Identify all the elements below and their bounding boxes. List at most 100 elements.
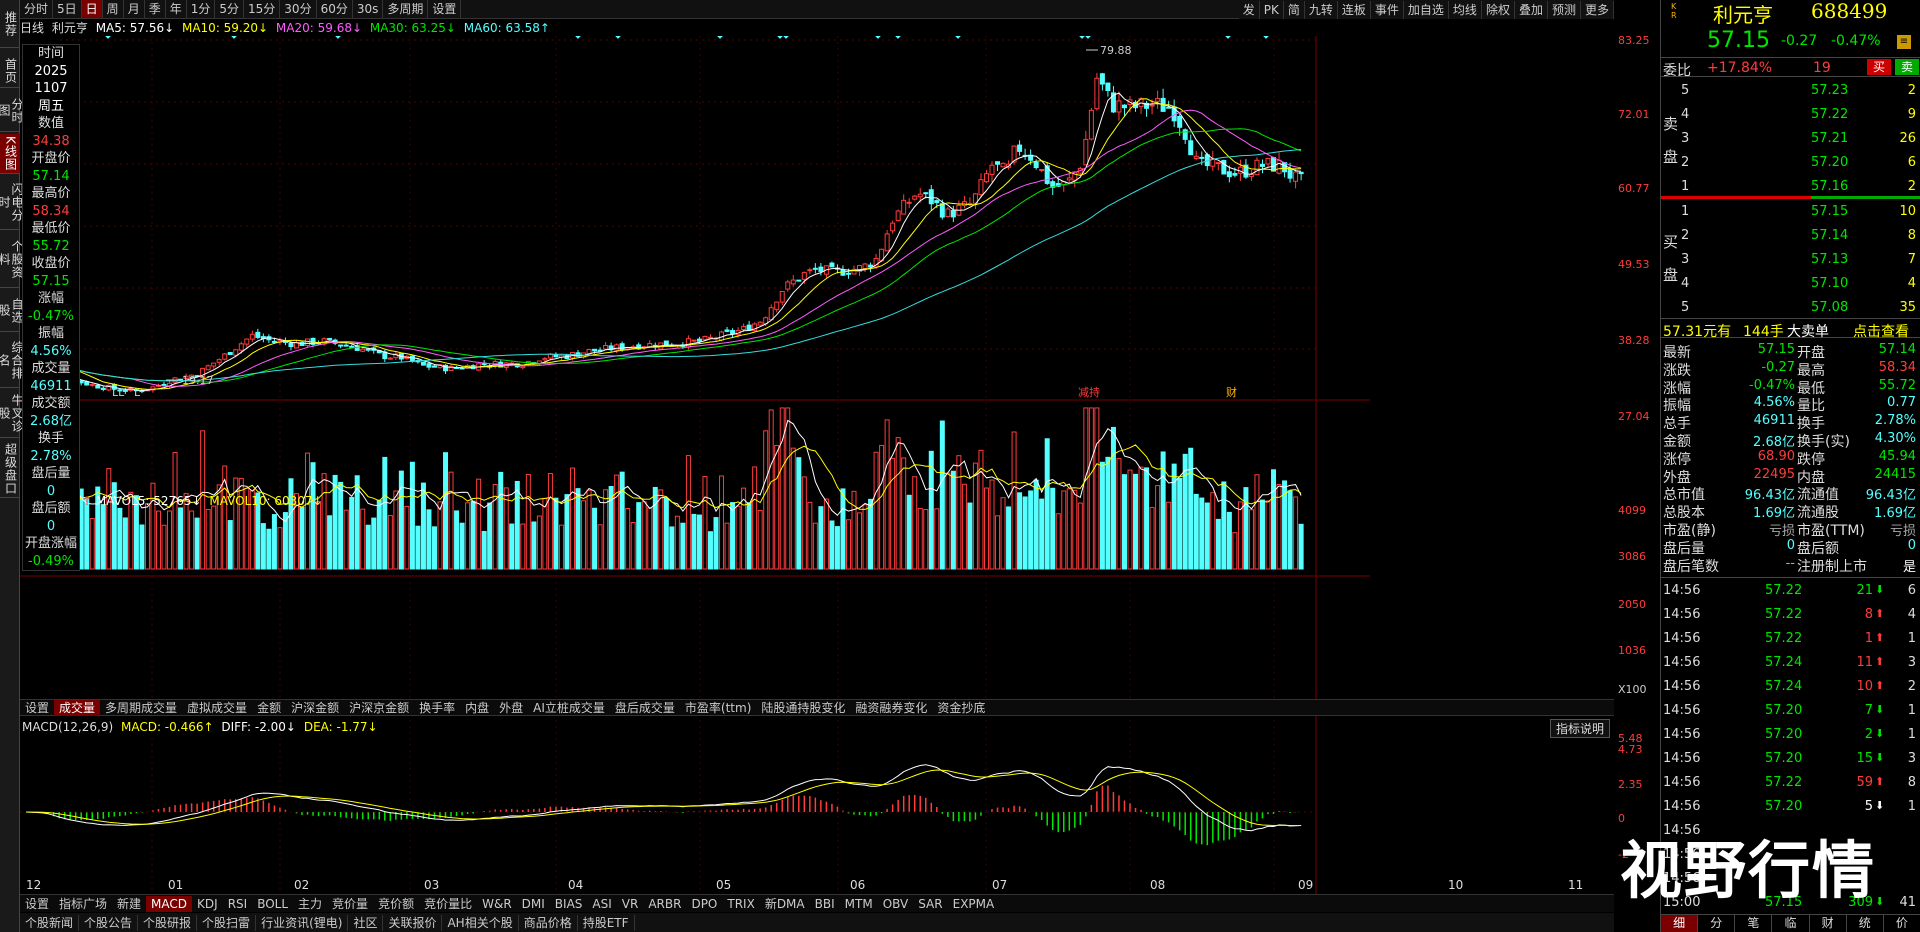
period-tab[interactable]: 年: [166, 0, 187, 18]
volume-indicator-tab[interactable]: 陆股通持股变化: [756, 700, 850, 716]
volume-indicator-tab[interactable]: 内盘: [460, 700, 494, 716]
left-nav-item[interactable]: K线图: [0, 134, 20, 174]
kline-chart[interactable]: 79.8819.17LL L 减持财: [20, 36, 1614, 894]
indicator-tab[interactable]: 主力: [293, 896, 327, 912]
panel-tab[interactable]: 笔: [1735, 915, 1773, 932]
indicator-tab[interactable]: SAR: [913, 896, 947, 912]
chart-tool-button[interactable]: PK: [1260, 0, 1284, 19]
panel-tab[interactable]: 财: [1810, 915, 1847, 932]
indicator-tab[interactable]: DMI: [517, 896, 550, 912]
volume-indicator-tab[interactable]: 多周期成交量: [100, 700, 182, 716]
indicator-tab[interactable]: 新建: [112, 896, 146, 912]
info-tab[interactable]: 个股研报: [138, 914, 198, 931]
volume-indicator-tab[interactable]: 资金抄底: [932, 700, 990, 716]
indicator-tab[interactable]: 竞价量比: [419, 896, 477, 912]
volume-indicator-tab[interactable]: 沪深京金额: [344, 700, 414, 716]
period-tab[interactable]: 60分: [317, 0, 353, 18]
period-tab[interactable]: 设置: [428, 0, 462, 18]
volume-indicator-tab[interactable]: 金额: [252, 700, 286, 716]
period-tab[interactable]: 分时: [20, 0, 54, 18]
indicator-tab[interactable]: W&R: [477, 896, 517, 912]
indicator-tab[interactable]: OBV: [878, 896, 914, 912]
indicator-tab[interactable]: KDJ: [192, 896, 223, 912]
panel-tab[interactable]: 细: [1661, 915, 1699, 932]
indicator-tab[interactable]: MTM: [840, 896, 878, 912]
period-tab[interactable]: 5分: [215, 0, 245, 18]
volume-indicator-tab[interactable]: 换手率: [414, 700, 460, 716]
volume-indicator-tab[interactable]: 外盘: [494, 700, 528, 716]
chart-tool-button[interactable]: 事件: [1371, 0, 1404, 19]
indicator-tab[interactable]: 竞价量: [327, 896, 373, 912]
chart-tool-button[interactable]: 九转: [1305, 0, 1338, 19]
indicator-tab[interactable]: TRIX: [722, 896, 759, 912]
period-tab[interactable]: 30s: [353, 0, 384, 18]
period-tab[interactable]: 1分: [187, 0, 216, 18]
left-nav-item[interactable]: 牛叉诊股: [0, 390, 24, 438]
info-tab[interactable]: 个股扫雷: [197, 914, 257, 931]
left-nav-item[interactable]: 综合排名: [0, 334, 24, 388]
indicator-tab[interactable]: 指标广场: [54, 896, 112, 912]
sell-button[interactable]: 卖: [1895, 59, 1919, 75]
chart-tool-button[interactable]: 加自选: [1404, 0, 1449, 19]
period-tab[interactable]: 多周期: [383, 0, 429, 18]
indicator-tab[interactable]: ASI: [587, 896, 616, 912]
indicator-tab[interactable]: 竞价额: [373, 896, 419, 912]
chart-tool-button[interactable]: 预测: [1548, 0, 1581, 19]
info-tab[interactable]: 个股公告: [79, 914, 139, 931]
buy-button[interactable]: 买: [1867, 59, 1891, 75]
info-tab[interactable]: AH相关个股: [442, 914, 519, 931]
chart-tool-button[interactable]: 发: [1239, 0, 1260, 19]
left-nav-item[interactable]: 闪电分时: [0, 176, 24, 230]
period-tab[interactable]: 季: [145, 0, 166, 18]
indicator-tab[interactable]: BOLL: [252, 896, 293, 912]
chart-tool-button[interactable]: 除权: [1482, 0, 1515, 19]
volume-indicator-tab[interactable]: 虚拟成交量: [182, 700, 252, 716]
chart-tool-button[interactable]: 均线: [1449, 0, 1482, 19]
panel-tab[interactable]: 统: [1847, 915, 1884, 932]
chart-tool-button[interactable]: 连板: [1338, 0, 1371, 19]
list-icon[interactable]: ≡: [1897, 35, 1911, 49]
volume-indicator-tab[interactable]: 沪深金额: [286, 700, 344, 716]
info-tab[interactable]: 关联报价: [383, 914, 443, 931]
volume-indicator-tab[interactable]: AI立桩成交量: [528, 700, 610, 716]
indicator-tab[interactable]: ARBR: [643, 896, 686, 912]
period-tab[interactable]: 5日: [53, 0, 82, 18]
info-tab[interactable]: 社区: [348, 914, 384, 931]
info-tab[interactable]: 商品价格: [519, 914, 578, 931]
left-nav-item[interactable]: 首页: [0, 54, 20, 88]
indicator-tab[interactable]: 设置: [20, 896, 54, 912]
period-tab[interactable]: 周: [103, 0, 124, 18]
period-tab[interactable]: 15分: [244, 0, 281, 18]
left-nav-item[interactable]: 超级盘口: [0, 440, 20, 498]
left-nav-item[interactable]: 个股资料: [0, 232, 24, 288]
indicator-tab[interactable]: MACD: [146, 895, 193, 912]
indicator-tab[interactable]: DPO: [686, 896, 722, 912]
info-tab[interactable]: 持股ETF: [578, 914, 635, 931]
indicator-tab[interactable]: BBI: [810, 896, 840, 912]
chart-tool-button[interactable]: 更多: [1581, 0, 1614, 19]
chart-tool-button[interactable]: 叠加: [1515, 0, 1548, 19]
indicator-explain-button[interactable]: 指标说明: [1550, 719, 1611, 738]
indicator-tab[interactable]: RSI: [223, 896, 253, 912]
left-nav-item[interactable]: 推荐: [0, 0, 20, 48]
panel-tab[interactable]: 价: [1884, 915, 1920, 932]
chart-tool-button[interactable]: 简: [1284, 0, 1305, 19]
left-nav-item[interactable]: 自选股: [0, 290, 24, 332]
volume-indicator-tab[interactable]: 设置: [20, 700, 54, 716]
indicator-tab[interactable]: 新DMA: [760, 896, 810, 912]
left-nav-item[interactable]: 分时图: [0, 90, 24, 132]
volume-indicator-tab[interactable]: 市盈率(ttm): [680, 700, 756, 716]
volume-indicator-tab[interactable]: 融资融券变化: [850, 700, 932, 716]
big-order-link[interactable]: 点击查看: [1853, 321, 1909, 341]
volume-indicator-tab[interactable]: 成交量: [54, 699, 101, 716]
info-tab[interactable]: 行业资讯(锂电): [256, 914, 349, 931]
info-tab[interactable]: 个股新闻: [20, 914, 80, 931]
period-tab[interactable]: 日: [81, 0, 103, 18]
indicator-tab[interactable]: EXPMA: [948, 896, 1000, 912]
period-tab[interactable]: 30分: [280, 0, 317, 18]
volume-indicator-tab[interactable]: 盘后成交量: [610, 700, 680, 716]
indicator-tab[interactable]: BIAS: [550, 896, 588, 912]
panel-tab[interactable]: 临: [1772, 915, 1810, 932]
indicator-tab[interactable]: VR: [617, 896, 644, 912]
period-tab[interactable]: 月: [124, 0, 145, 18]
